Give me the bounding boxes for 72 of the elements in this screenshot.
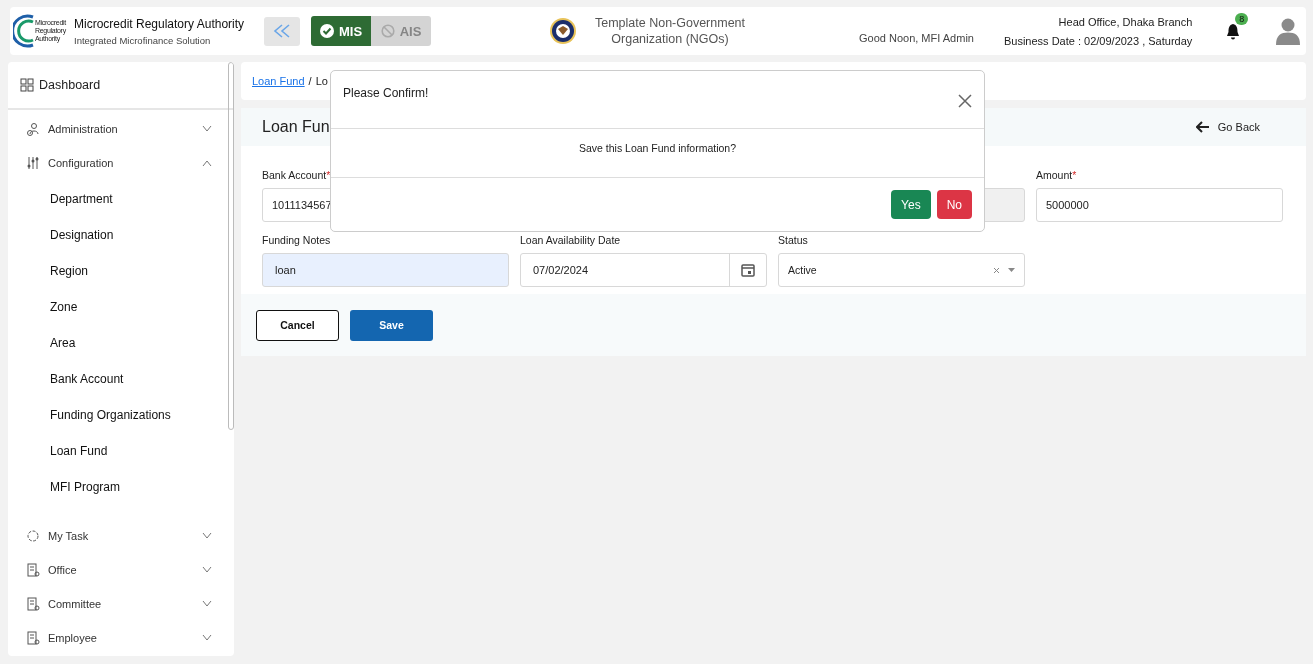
close-button[interactable] <box>958 94 972 108</box>
field-label: Funding Notes <box>262 234 332 248</box>
sidebar-subitem[interactable]: Zone <box>8 289 234 325</box>
sidebar-subitem[interactable]: Designation <box>8 217 234 253</box>
select-field[interactable]: Active <box>778 253 1025 287</box>
seal-emblem <box>549 17 577 45</box>
sidebar-item-label: Dashboard <box>39 78 101 92</box>
grid-icon <box>20 78 34 92</box>
app-title: Microcredit Regulatory Authority <box>74 16 246 31</box>
sidebar-subitem[interactable]: Bank Account <box>8 361 234 397</box>
go-back-button[interactable]: Go Back <box>1189 120 1266 134</box>
document-icon <box>26 631 40 645</box>
field-label: Amount* <box>1036 169 1078 183</box>
sidebar-item-label: My Task <box>48 530 90 542</box>
sidebar-item[interactable]: Administration <box>8 112 234 146</box>
save-button[interactable]: Save <box>350 309 433 341</box>
confirm-button[interactable]: Yes <box>891 190 931 219</box>
branch-name: Head Office, Dhaka Branch <box>1058 15 1193 28</box>
dashed-circle-icon <box>26 529 40 543</box>
input-field[interactable]: loan <box>262 253 509 287</box>
sidebar-subitem[interactable]: MFI Program <box>8 469 234 505</box>
sidebar-subitem[interactable]: Loan Fund <box>8 433 234 469</box>
check-circle-icon <box>319 24 334 38</box>
organization-name: Template Non-Government Organization (NGOs) <box>593 15 747 47</box>
sidebar-subitem[interactable]: Funding Organizations <box>8 397 234 433</box>
field-label: Status <box>778 234 809 248</box>
scrollbar[interactable] <box>228 62 234 430</box>
sidebar-item-label: Committee <box>48 598 103 610</box>
collapse-button[interactable] <box>264 16 300 46</box>
sidebar-item[interactable]: Committee <box>8 587 234 621</box>
blocked-icon <box>380 24 395 38</box>
cancel-button[interactable]: Cancel <box>256 309 339 341</box>
field-label: Bank Account* <box>262 169 332 183</box>
document-icon <box>26 563 40 577</box>
sidebar-item-label: Office <box>48 564 78 576</box>
clear-icon <box>993 266 1000 274</box>
sidebar-item[interactable]: Employee <box>8 621 234 655</box>
page-title: Loan Fun <box>262 118 330 136</box>
breadcrumb-current: Lo <box>315 75 328 87</box>
sidebar-item[interactable]: Configuration <box>8 146 234 180</box>
sliders-icon <box>26 156 40 170</box>
greeting-text: Good Noon, MFI Admin <box>859 32 974 44</box>
sidebar-item[interactable]: My Task <box>8 519 234 553</box>
breadcrumb-link[interactable]: Loan Fund <box>252 75 305 87</box>
field-label: Loan Availability Date <box>520 234 622 248</box>
avatar-icon <box>1275 17 1302 45</box>
sidebar-item[interactable]: Office <box>8 553 234 587</box>
calendar-icon <box>741 263 755 277</box>
notification-count: 8 <box>1235 13 1249 25</box>
double-chevron-left-icon <box>272 23 292 39</box>
arrow-left-icon <box>1195 121 1210 133</box>
bell-icon <box>1225 23 1242 41</box>
sidebar-item-label: Employee <box>48 632 98 644</box>
decline-button[interactable]: No <box>936 190 972 219</box>
sidebar-subitem[interactable]: Department <box>8 181 234 217</box>
breadcrumb-separator: / <box>308 75 312 87</box>
dialog-message: Save this Loan Fund information? <box>579 142 736 156</box>
sidebar-subitem[interactable]: Area <box>8 325 234 361</box>
sidebar-subitem[interactable]: Region <box>8 253 234 289</box>
app-subtitle: Integrated Microfinance Solution <box>74 34 212 46</box>
users-icon <box>26 122 40 136</box>
close-icon <box>958 94 972 108</box>
module-tab[interactable]: MIS <box>311 16 371 46</box>
logo-rings-icon <box>13 14 35 48</box>
document-icon <box>26 597 40 611</box>
sidebar-item-label: Administration <box>48 123 119 135</box>
dialog-title: Please Confirm! <box>343 86 429 102</box>
dropdown-caret-icon <box>1008 268 1015 272</box>
sidebar-item-label: Configuration <box>48 157 115 169</box>
business-date: Business Date : 02/09/2023 , Saturday <box>1003 34 1193 47</box>
date-field[interactable]: 07/02/2024 <box>520 253 767 287</box>
input-field[interactable]: 5000000 <box>1036 188 1283 222</box>
